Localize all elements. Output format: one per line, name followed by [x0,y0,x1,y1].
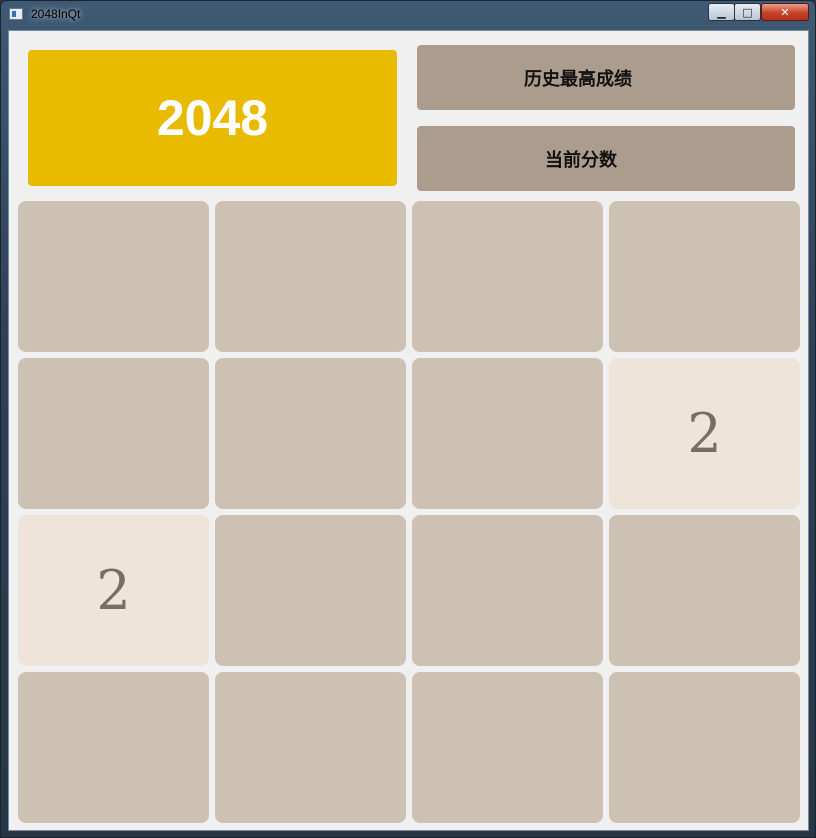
maximize-icon: □ [742,5,753,19]
best-score-label: 历史最高成绩 [524,68,632,90]
empty-tile [412,515,603,666]
tile-2: 2 [609,358,800,509]
empty-tile [215,201,406,352]
empty-tile [18,358,209,509]
empty-tile [609,672,800,823]
app-icon [9,8,23,20]
empty-tile [609,515,800,666]
empty-tile [412,358,603,509]
empty-tile [18,201,209,352]
game-logo: 2048 [28,50,397,186]
empty-tile [412,672,603,823]
tile-2: 2 [18,515,209,666]
close-button[interactable]: ✕ [761,3,809,21]
best-score-box: 历史最高成绩 [417,45,795,110]
window-title: 2048InQt [31,7,81,21]
maximize-button[interactable]: □ [734,3,761,21]
title-bar[interactable]: 2048InQt ▁ □ ✕ [1,1,815,27]
game-board[interactable]: 22 [18,201,801,823]
app-window: 2048InQt ▁ □ ✕ 2048 历史最高成绩 当前分数 22 [0,0,816,838]
empty-tile [215,358,406,509]
minimize-button[interactable]: ▁ [708,3,735,21]
minimize-icon: ▁ [717,5,726,19]
empty-tile [215,515,406,666]
current-score-label: 当前分数 [545,149,617,171]
close-icon: ✕ [780,5,790,19]
empty-tile [609,201,800,352]
empty-tile [215,672,406,823]
current-score-box: 当前分数 [417,126,795,191]
game-area: 2048 历史最高成绩 当前分数 22 [8,30,809,831]
empty-tile [412,201,603,352]
empty-tile [18,672,209,823]
